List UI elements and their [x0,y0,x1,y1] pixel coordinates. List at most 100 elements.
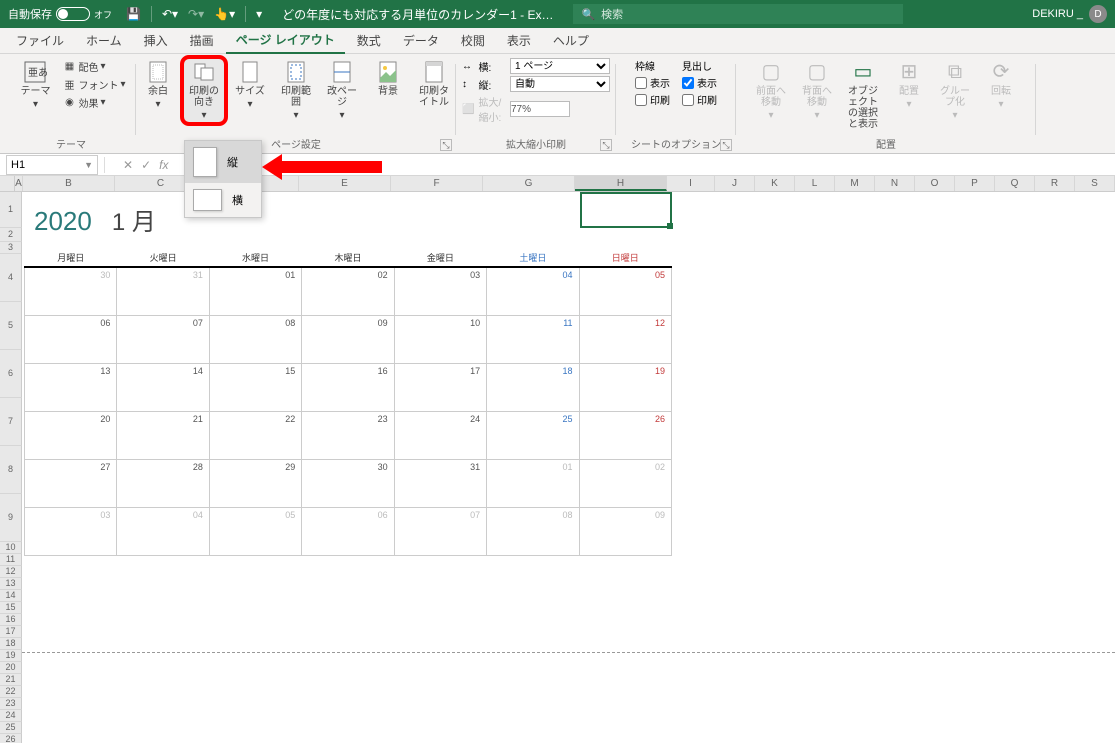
calendar-cell[interactable]: 31 [394,459,486,507]
row-header-25[interactable]: 25 [0,722,22,734]
row-header-8[interactable]: 8 [0,446,22,494]
tab-formulas[interactable]: 数式 [347,28,391,53]
undo-icon[interactable]: ↶▾ [162,7,178,21]
calendar-cell[interactable]: 27 [25,459,117,507]
col-header-K[interactable]: K [755,176,795,191]
calendar-cell[interactable]: 07 [117,315,209,363]
calendar-cell[interactable]: 03 [394,267,486,315]
col-header-A[interactable]: A [15,176,23,191]
background-button[interactable]: 背景 [367,58,409,99]
calendar-cell[interactable]: 01 [209,267,301,315]
row-header-18[interactable]: 18 [0,638,22,650]
calendar-cell[interactable]: 31 [117,267,209,315]
row-header-20[interactable]: 20 [0,662,22,674]
sheetopts-launcher[interactable]: ⤡ [720,139,732,151]
row-header-23[interactable]: 23 [0,698,22,710]
calendar-cell[interactable]: 06 [302,507,394,555]
autosave-toggle[interactable]: 自動保存 オフ [8,6,112,22]
gridlines-view-check[interactable]: 表示 [635,75,670,90]
row-header-13[interactable]: 13 [0,578,22,590]
calendar-cell[interactable]: 14 [117,363,209,411]
tab-draw[interactable]: 描画 [180,28,224,53]
tab-review[interactable]: 校閲 [451,28,495,53]
bring-forward-button[interactable]: ▢前面へ移動▾ [750,58,792,123]
col-header-G[interactable]: G [483,176,575,191]
search-box[interactable]: 🔍 検索 [573,4,903,24]
calendar-cell[interactable]: 03 [25,507,117,555]
effects-button[interactable]: ◉効果▾ [60,94,127,111]
calendar-cell[interactable]: 17 [394,363,486,411]
tab-home[interactable]: ホーム [76,28,132,53]
calendar-cell[interactable]: 08 [209,315,301,363]
col-header-M[interactable]: M [835,176,875,191]
cancel-icon[interactable]: ✕ [123,158,133,172]
qat-more-icon[interactable]: ▾ [256,7,262,21]
calendar-cell[interactable]: 12 [579,315,671,363]
scale-launcher[interactable]: ⤡ [600,139,612,151]
calendar-cell[interactable]: 16 [302,363,394,411]
row-header-4[interactable]: 4 [0,254,22,302]
send-back-button[interactable]: ▢背面へ移動▾ [796,58,838,123]
orientation-button[interactable]: 印刷の向き▾ [183,58,225,123]
themes-button[interactable]: 亜あ テーマ▾ [14,58,56,112]
calendar-cell[interactable]: 05 [209,507,301,555]
breaks-button[interactable]: 改ページ▾ [321,58,363,123]
calendar-cell[interactable]: 20 [25,411,117,459]
align-button[interactable]: ⊞配置▾ [888,58,930,112]
selection-pane-button[interactable]: ▭オブジェクトの選択と表示 [842,58,884,132]
calendar-cell[interactable]: 10 [394,315,486,363]
worksheet[interactable]: ABCDEFGHIJKLMNOPQRS 12345678910111213141… [0,176,1115,743]
row-header-9[interactable]: 9 [0,494,22,542]
calendar-cell[interactable]: 04 [487,267,579,315]
row-header-21[interactable]: 21 [0,674,22,686]
row-header-19[interactable]: 19 [0,650,22,662]
row-header-6[interactable]: 6 [0,350,22,398]
scale-input[interactable] [510,101,570,117]
calendar-cell[interactable]: 15 [209,363,301,411]
col-header-O[interactable]: O [915,176,955,191]
user-account[interactable]: DEKIRU _ D [1032,5,1107,23]
row-header-12[interactable]: 12 [0,566,22,578]
calendar-cell[interactable]: 04 [117,507,209,555]
redo-icon[interactable]: ↷▾ [188,7,204,21]
row-header-22[interactable]: 22 [0,686,22,698]
calendar-cell[interactable]: 19 [579,363,671,411]
calendar-cell[interactable]: 05 [579,267,671,315]
row-header-3[interactable]: 3 [0,242,22,254]
calendar-cell[interactable]: 08 [487,507,579,555]
col-header-J[interactable]: J [715,176,755,191]
group-button[interactable]: ⧉グループ化▾ [934,58,976,123]
calendar-cell[interactable]: 30 [302,459,394,507]
row-header-17[interactable]: 17 [0,626,22,638]
row-header-1[interactable]: 1 [0,192,22,228]
row-header-16[interactable]: 16 [0,614,22,626]
calendar-cell[interactable]: 06 [25,315,117,363]
calendar-cell[interactable]: 23 [302,411,394,459]
touch-icon[interactable]: 👆▾ [214,7,235,21]
row-header-26[interactable]: 26 [0,734,22,743]
calendar-cell[interactable]: 02 [302,267,394,315]
calendar-cell[interactable]: 01 [487,459,579,507]
colors-button[interactable]: ▦配色▾ [60,58,127,75]
select-all-corner[interactable] [0,176,15,191]
col-header-P[interactable]: P [955,176,995,191]
headings-print-check[interactable]: 印刷 [682,92,717,107]
col-header-B[interactable]: B [23,176,115,191]
col-header-Q[interactable]: Q [995,176,1035,191]
tab-data[interactable]: データ [393,28,449,53]
gridlines-print-check[interactable]: 印刷 [635,92,670,107]
enter-icon[interactable]: ✓ [141,158,151,172]
col-header-H[interactable]: H [575,176,667,191]
col-header-L[interactable]: L [795,176,835,191]
name-box[interactable]: H1 ▼ [6,155,98,175]
row-header-11[interactable]: 11 [0,554,22,566]
orientation-portrait[interactable]: 縦 [185,141,261,183]
calendar-cell[interactable]: 21 [117,411,209,459]
calendar-cell[interactable]: 09 [579,507,671,555]
printarea-button[interactable]: 印刷範囲▾ [275,58,317,123]
col-header-R[interactable]: R [1035,176,1075,191]
calendar-cell[interactable]: 07 [394,507,486,555]
row-header-14[interactable]: 14 [0,590,22,602]
save-icon[interactable]: 💾 [126,7,141,21]
tab-insert[interactable]: 挿入 [134,28,178,53]
